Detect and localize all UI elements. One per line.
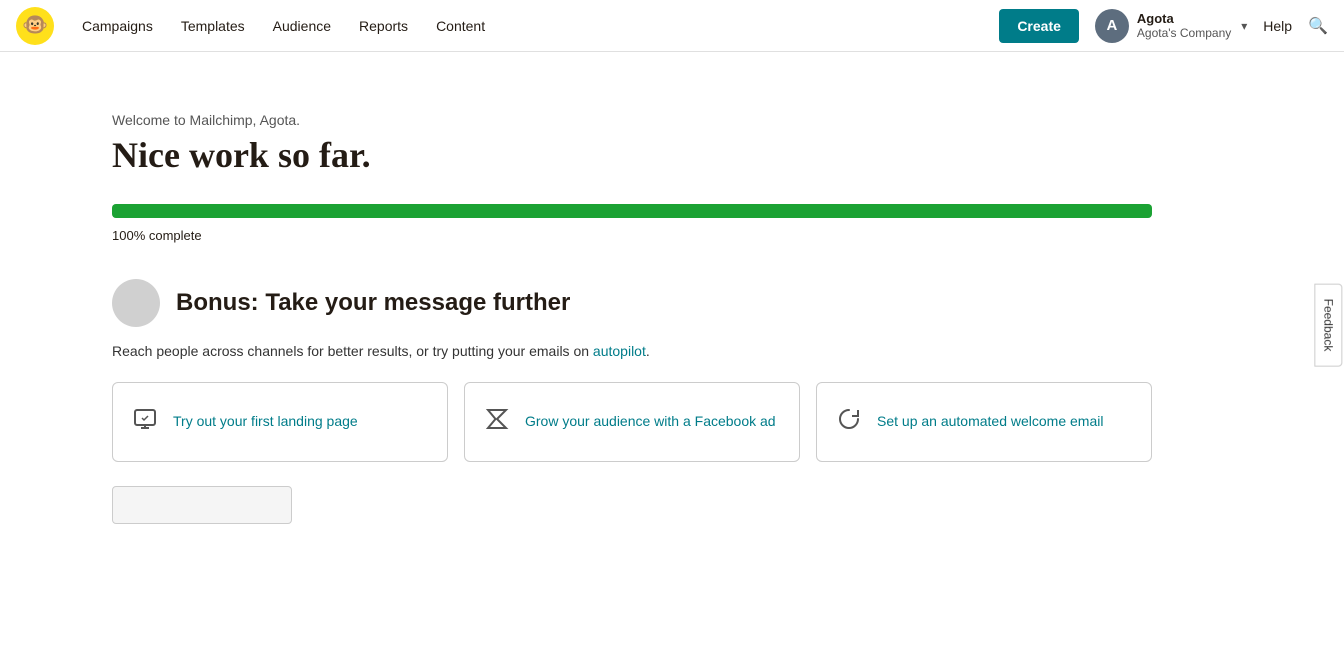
feedback-tab[interactable]: Feedback bbox=[1315, 284, 1343, 367]
card-welcome-email-text: Set up an automated welcome email bbox=[877, 412, 1103, 432]
nav-audience[interactable]: Audience bbox=[261, 10, 343, 42]
progress-label: 100% complete bbox=[112, 228, 1232, 243]
card-landing-page[interactable]: Try out your first landing page bbox=[112, 382, 448, 462]
account-name: Agota bbox=[1137, 11, 1231, 26]
bottom-btn bbox=[112, 486, 292, 524]
search-icon[interactable]: 🔍 bbox=[1308, 16, 1328, 36]
welcome-email-icon bbox=[837, 407, 861, 437]
welcome-title: Nice work so far. bbox=[112, 134, 1232, 176]
bonus-header: Bonus: Take your message further bbox=[112, 279, 1232, 327]
svg-text:🐵: 🐵 bbox=[22, 12, 48, 36]
account-company: Agota's Company bbox=[1137, 26, 1231, 40]
progress-bar-container bbox=[112, 204, 1152, 218]
nav-content[interactable]: Content bbox=[424, 10, 497, 42]
bonus-description: Reach people across channels for better … bbox=[112, 341, 812, 362]
navbar: 🐵 Campaigns Templates Audience Reports C… bbox=[0, 0, 1344, 52]
avatar[interactable]: A bbox=[1095, 9, 1129, 43]
bottom-hint bbox=[112, 486, 1232, 524]
bonus-desc-end: . bbox=[646, 343, 650, 359]
bonus-cards: Try out your first landing page Grow you… bbox=[112, 382, 1152, 462]
facebook-ad-icon bbox=[485, 407, 509, 437]
chevron-down-icon: ▾ bbox=[1241, 19, 1247, 33]
nav-reports[interactable]: Reports bbox=[347, 10, 420, 42]
welcome-subtitle: Welcome to Mailchimp, Agota. bbox=[112, 112, 1232, 128]
bonus-desc-text: Reach people across channels for better … bbox=[112, 343, 593, 359]
help-link[interactable]: Help bbox=[1263, 18, 1292, 34]
progress-bar-fill bbox=[112, 204, 1152, 218]
card-facebook-ad-text: Grow your audience with a Facebook ad bbox=[525, 412, 776, 432]
nav-templates[interactable]: Templates bbox=[169, 10, 257, 42]
nav-links: Campaigns Templates Audience Reports Con… bbox=[70, 10, 991, 42]
card-landing-page-text: Try out your first landing page bbox=[173, 412, 358, 432]
bonus-title: Bonus: Take your message further bbox=[176, 289, 570, 317]
card-facebook-ad[interactable]: Grow your audience with a Facebook ad bbox=[464, 382, 800, 462]
mailchimp-logo[interactable]: 🐵 bbox=[16, 7, 54, 45]
bonus-section: Bonus: Take your message further Reach p… bbox=[112, 279, 1232, 524]
nav-campaigns[interactable]: Campaigns bbox=[70, 10, 165, 42]
bonus-icon bbox=[112, 279, 160, 327]
main-content: Welcome to Mailchimp, Agota. Nice work s… bbox=[72, 52, 1272, 564]
card-welcome-email[interactable]: Set up an automated welcome email bbox=[816, 382, 1152, 462]
create-button[interactable]: Create bbox=[999, 9, 1079, 43]
nav-right: Create A Agota Agota's Company ▾ Help 🔍 bbox=[999, 9, 1328, 43]
account-wrapper[interactable]: A Agota Agota's Company ▾ bbox=[1095, 9, 1247, 43]
landing-page-icon bbox=[133, 407, 157, 437]
autopilot-link[interactable]: autopilot bbox=[593, 343, 646, 359]
account-info[interactable]: Agota Agota's Company bbox=[1137, 11, 1231, 40]
